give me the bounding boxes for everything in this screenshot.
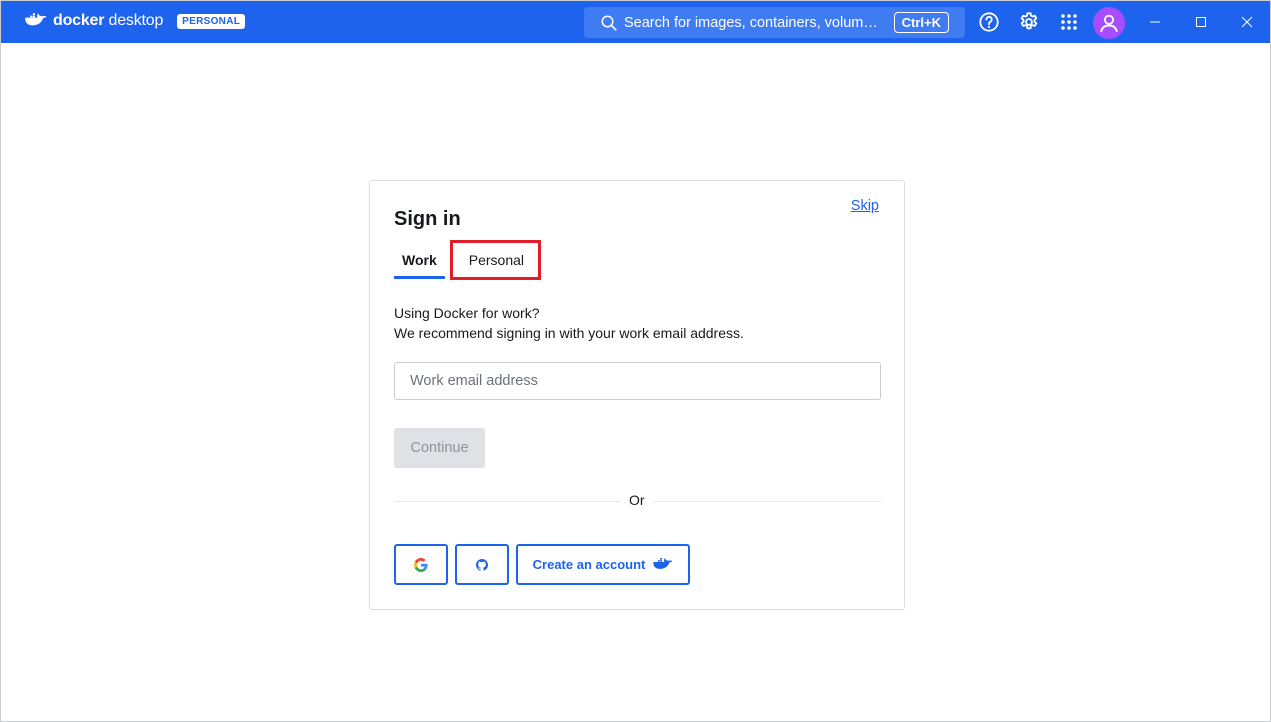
github-icon bbox=[476, 558, 488, 571]
or-label: Or bbox=[620, 492, 654, 508]
plan-badge: PERSONAL bbox=[177, 13, 246, 29]
account-avatar-button[interactable] bbox=[1093, 7, 1125, 39]
sign-in-description: Using Docker for work? We recommend sign… bbox=[394, 303, 744, 343]
search-icon bbox=[601, 15, 617, 31]
docker-whale-icon bbox=[653, 557, 673, 569]
create-account-button[interactable]: Create an account bbox=[516, 544, 690, 585]
google-icon bbox=[414, 557, 428, 572]
gear-icon bbox=[1020, 12, 1038, 30]
docker-desktop-logo: docker desktop PERSONAL bbox=[25, 12, 246, 30]
close-button[interactable] bbox=[1234, 9, 1260, 35]
sign-in-card: Skip Sign in Work Personal Using Docker … bbox=[369, 180, 905, 610]
grid-icon bbox=[1061, 14, 1077, 30]
global-search-bar[interactable]: Search for images, containers, volume...… bbox=[584, 7, 965, 38]
search-shortcut-badge: Ctrl+K bbox=[893, 12, 949, 33]
google-sign-in-button[interactable] bbox=[394, 544, 448, 585]
tab-personal[interactable]: Personal bbox=[449, 240, 542, 280]
skip-link[interactable]: Skip bbox=[851, 198, 879, 214]
description-line-2: We recommend signing in with your work e… bbox=[394, 325, 744, 341]
search-placeholder: Search for images, containers, volume... bbox=[624, 14, 882, 31]
title-bar: docker desktop PERSONAL Search for image… bbox=[1, 1, 1270, 43]
account-type-tabs: Work Personal bbox=[394, 240, 542, 280]
apps-menu-button[interactable] bbox=[1058, 11, 1080, 33]
create-account-label: Create an account bbox=[532, 557, 646, 572]
user-avatar-icon bbox=[1100, 14, 1118, 33]
minimize-icon bbox=[1150, 21, 1160, 23]
docker-whale-icon bbox=[25, 13, 47, 26]
maximize-button[interactable] bbox=[1188, 9, 1214, 35]
maximize-icon bbox=[1196, 17, 1206, 27]
description-line-1: Using Docker for work? bbox=[394, 305, 540, 321]
sign-in-title: Sign in bbox=[394, 208, 461, 230]
close-icon bbox=[1241, 16, 1253, 28]
help-button[interactable] bbox=[978, 11, 1000, 33]
minimize-button[interactable] bbox=[1142, 9, 1168, 35]
app-window: docker desktop PERSONAL Search for image… bbox=[0, 0, 1271, 722]
github-sign-in-button[interactable] bbox=[455, 544, 509, 585]
brand-name: docker desktop bbox=[53, 12, 164, 29]
work-email-field[interactable] bbox=[394, 362, 881, 400]
tab-work[interactable]: Work bbox=[394, 241, 445, 279]
settings-button[interactable] bbox=[1018, 11, 1040, 33]
continue-button[interactable]: Continue bbox=[394, 428, 485, 468]
help-icon bbox=[979, 12, 999, 32]
